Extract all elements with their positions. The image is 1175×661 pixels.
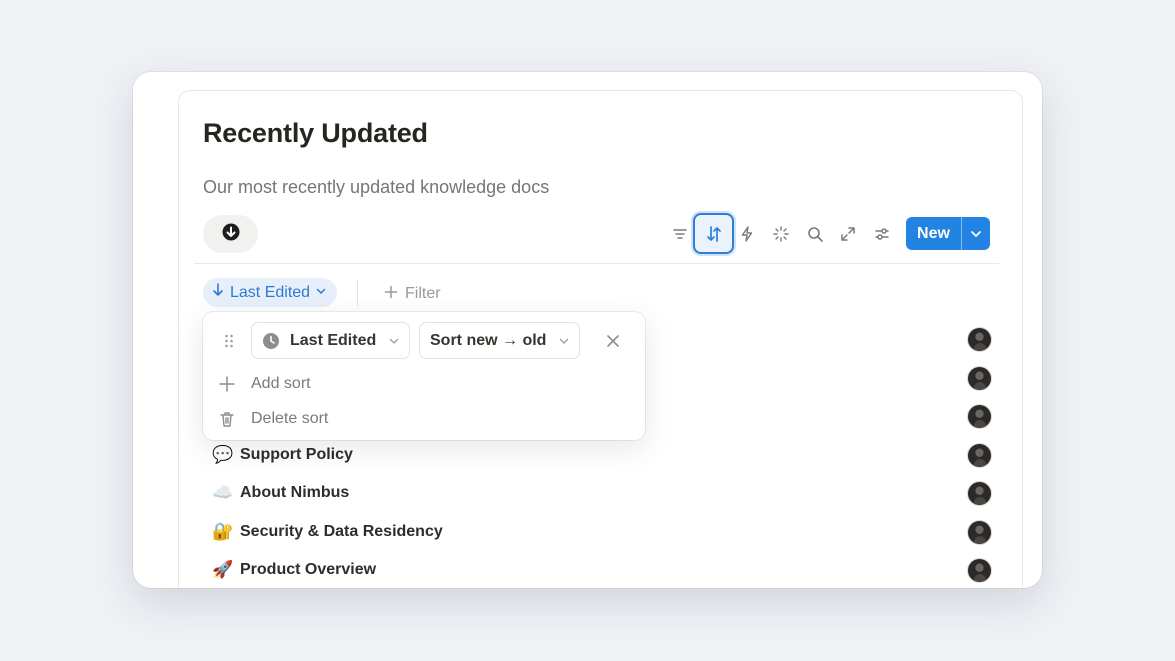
drag-handle-icon[interactable] xyxy=(222,332,236,350)
sort-chip-label: Last Edited xyxy=(230,283,311,301)
chevron-down-icon xyxy=(388,334,400,352)
list-item[interactable]: 💬 Support Policy xyxy=(212,440,992,470)
ai-sparkle-icon[interactable] xyxy=(766,219,796,249)
row-title: About Nimbus xyxy=(240,484,350,501)
row-title: Support Policy xyxy=(240,446,353,463)
sort-icon[interactable] xyxy=(693,213,734,254)
plus-icon xyxy=(384,285,398,304)
filter-label: Filter xyxy=(405,285,441,302)
sort-direction-value: Sort new → old xyxy=(430,331,547,349)
avatar xyxy=(967,558,992,583)
page-title: Recently Updated xyxy=(203,118,428,148)
speech-bubble-icon: 💬 xyxy=(212,445,234,464)
chevron-down-icon[interactable] xyxy=(962,217,990,250)
sort-property-select[interactable]: Last Edited xyxy=(251,322,410,359)
sort-property-value: Last Edited xyxy=(290,331,377,349)
sort-popover: Last Edited Sort new → old Add sort Dele… xyxy=(203,312,645,440)
chevron-down-icon xyxy=(558,334,570,352)
sort-chip[interactable]: Last Edited xyxy=(203,278,338,307)
chevron-down-icon xyxy=(315,284,327,302)
search-icon[interactable] xyxy=(800,219,830,249)
list-item[interactable]: ☁️ About Nimbus xyxy=(212,478,992,508)
avatar xyxy=(967,443,992,468)
page-subtitle: Our most recently updated knowledge docs xyxy=(203,177,550,197)
delete-sort-button[interactable]: Delete sort xyxy=(218,406,328,432)
avatar xyxy=(967,327,992,352)
new-button[interactable]: New xyxy=(906,217,990,250)
database-toolbar: New xyxy=(179,213,1024,254)
list-item[interactable]: 🚀 Product Overview xyxy=(212,555,992,585)
sort-direction-select[interactable]: Sort new → old xyxy=(419,322,580,359)
avatar xyxy=(967,520,992,545)
arrow-down-icon xyxy=(211,282,225,303)
expand-icon[interactable] xyxy=(833,219,863,249)
cloud-icon: ☁️ xyxy=(212,483,234,502)
filter-icon[interactable] xyxy=(665,219,695,249)
delete-sort-label: Delete sort xyxy=(251,410,329,427)
avatar xyxy=(967,481,992,506)
rocket-icon: 🚀 xyxy=(212,560,234,579)
plus-icon xyxy=(218,375,251,393)
row-title: Product Overview xyxy=(240,561,377,578)
automation-bolt-icon[interactable] xyxy=(732,219,762,249)
new-button-label: New xyxy=(917,224,950,242)
row-title: Security & Data Residency xyxy=(240,523,443,540)
avatar xyxy=(967,366,992,391)
add-sort-label: Add sort xyxy=(251,375,311,392)
chip-separator xyxy=(357,280,358,306)
add-filter-button[interactable]: Filter xyxy=(384,282,441,306)
settings-sliders-icon[interactable] xyxy=(867,219,897,249)
clock-icon xyxy=(262,332,280,350)
add-sort-button[interactable]: Add sort xyxy=(218,371,311,397)
toolbar-divider xyxy=(194,263,999,264)
close-icon[interactable] xyxy=(602,330,624,352)
list-item[interactable]: 🔐 Security & Data Residency xyxy=(212,517,992,547)
avatar xyxy=(967,404,992,429)
lock-icon: 🔐 xyxy=(212,522,234,541)
trash-icon xyxy=(218,410,251,428)
